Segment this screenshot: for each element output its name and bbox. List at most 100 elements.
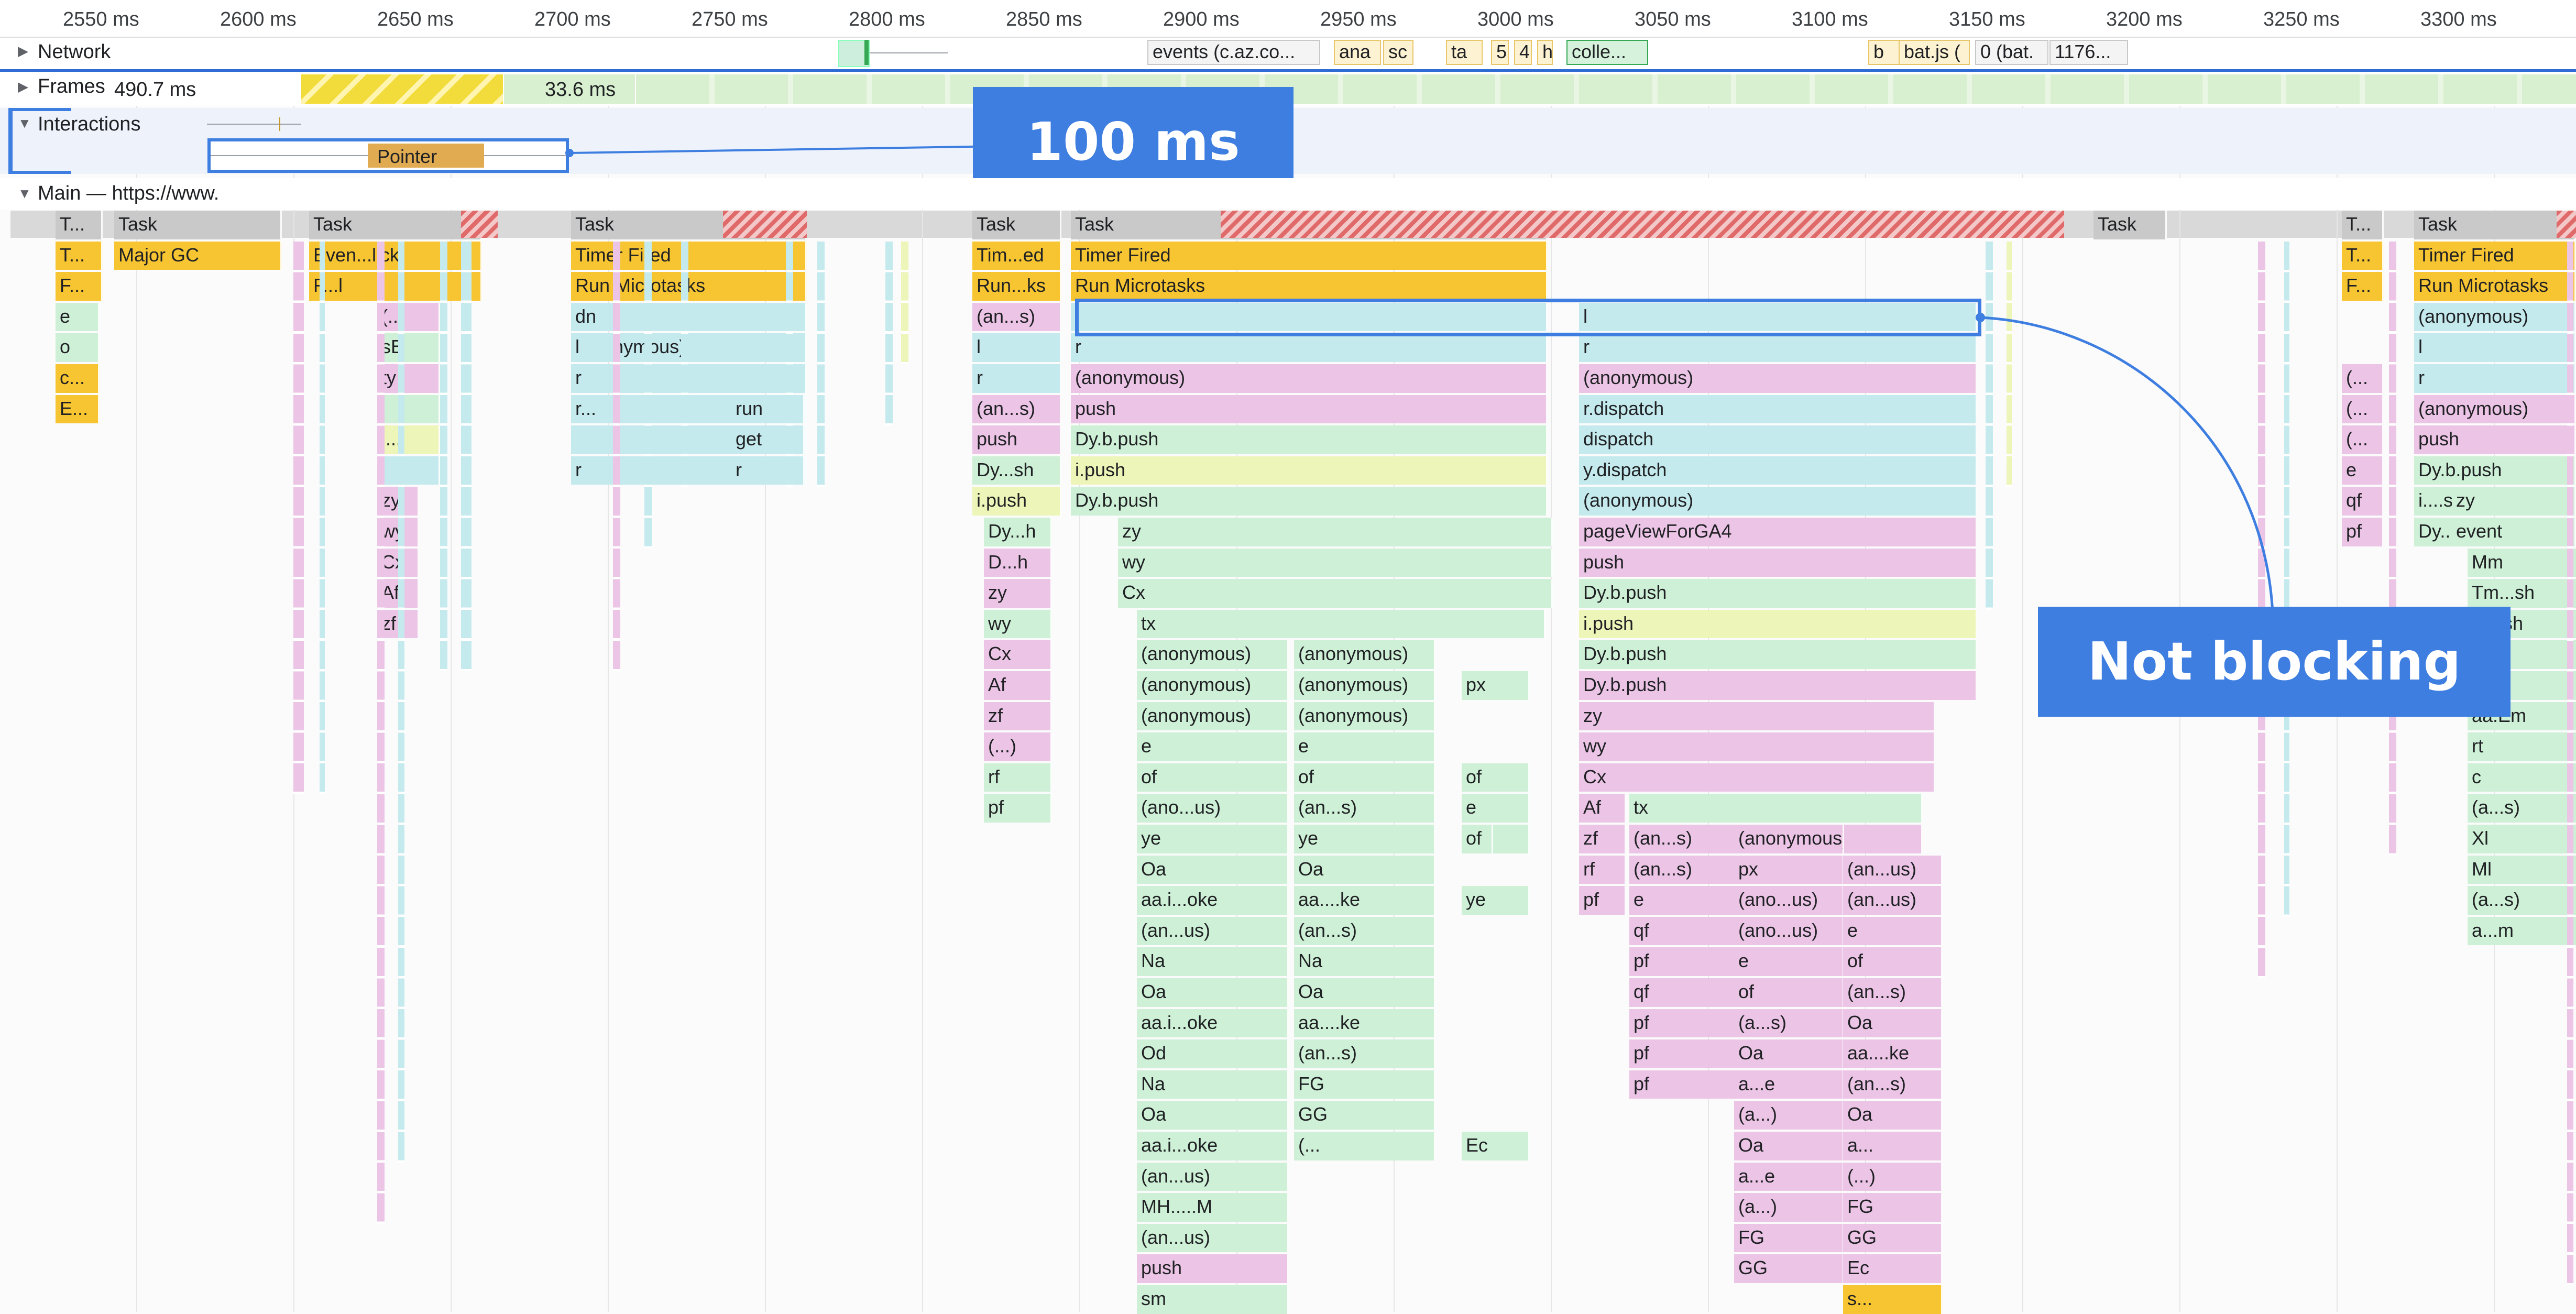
flame-call[interactable]: Major GC — [114, 241, 282, 270]
flame-call[interactable]: Tim...ed — [972, 241, 1061, 270]
network-request[interactable]: 4 — [1514, 40, 1532, 65]
flame-call[interactable]: Oa — [1294, 978, 1435, 1007]
flame-call[interactable]: Af — [984, 671, 1052, 700]
flame-call[interactable]: e — [2342, 456, 2384, 485]
flame-call[interactable]: Oa — [1843, 1101, 1943, 1130]
flame-call[interactable]: T... — [2342, 241, 2384, 270]
flame-call[interactable]: pageViewForGA4 — [1579, 518, 1977, 546]
flame-call[interactable]: Run...ks — [972, 272, 1061, 301]
flame-call[interactable]: r — [571, 364, 618, 393]
flame-call[interactable]: Timer Fired — [1071, 241, 1548, 270]
frame-dropped-segment[interactable] — [301, 74, 503, 104]
flame-call[interactable]: r — [571, 456, 618, 485]
flame-call[interactable]: e — [1137, 732, 1289, 761]
flame-call[interactable]: (an...s) — [1843, 1070, 1943, 1099]
flame-call[interactable]: (... — [2342, 395, 2384, 424]
flame-call[interactable]: wy — [1118, 548, 1553, 577]
flame-call[interactable]: zy — [2452, 487, 2576, 516]
flame-call[interactable]: D...h — [984, 548, 1052, 577]
flame-call[interactable]: sm — [1137, 1285, 1289, 1314]
network-request[interactable]: sc — [1383, 40, 1413, 65]
flame-call[interactable]: F... — [56, 272, 103, 301]
flame-call[interactable]: (anonymous) — [1137, 702, 1289, 731]
flame-call[interactable]: px — [1462, 671, 1530, 700]
task-block[interactable]: T... — [56, 211, 103, 239]
flame-call[interactable]: aa....ke — [1294, 1009, 1435, 1038]
flame-call[interactable]: r — [972, 364, 1061, 393]
flame-call[interactable]: Cx — [984, 640, 1052, 669]
flame-call[interactable]: Oa — [1734, 1039, 1844, 1068]
flame-call[interactable]: (...) — [1843, 1162, 1943, 1191]
flame-call[interactable]: qf — [2342, 487, 2384, 516]
flame-call[interactable]: Ml — [2468, 855, 2576, 884]
network-request[interactable]: 5 — [1491, 40, 1509, 65]
flame-call[interactable]: (... — [377, 302, 440, 332]
task-block[interactable]: Task — [309, 211, 482, 239]
flame-call[interactable] — [377, 395, 440, 424]
flame-call[interactable]: l — [2414, 333, 2576, 362]
flame-call[interactable]: Af — [1579, 794, 1626, 823]
flame-call[interactable]: Cx — [1579, 763, 1935, 792]
flame-call[interactable]: r — [1579, 333, 1977, 362]
flame-call[interactable]: c... — [56, 364, 100, 393]
flame-call[interactable]: (ano...us) — [1137, 794, 1289, 823]
flame-call[interactable]: Na — [1294, 947, 1435, 976]
flame-call[interactable]: Mm — [2468, 548, 2576, 577]
network-request[interactable]: 0 (bat. — [1975, 40, 2048, 65]
flame-call[interactable]: (a...s) — [1734, 1009, 1844, 1038]
flame-call[interactable]: zy — [984, 579, 1052, 608]
task-block[interactable]: Task — [2093, 211, 2167, 239]
flame-call[interactable]: (anonymous) — [2414, 302, 2576, 332]
flame-call[interactable]: (anonymous) — [1137, 640, 1289, 669]
flame-call[interactable]: FG — [1843, 1193, 1943, 1222]
flame-call[interactable]: zf — [984, 702, 1052, 731]
flame-call[interactable]: Xl — [2468, 825, 2576, 853]
flame-call[interactable]: (a...s) — [2468, 886, 2576, 915]
flame-call[interactable]: e — [1734, 947, 1844, 976]
flame-call[interactable]: e — [1843, 916, 1943, 946]
flame-call[interactable]: FG — [1294, 1070, 1435, 1099]
flame-call[interactable]: (anonymous) — [2414, 395, 2576, 424]
flame-call[interactable]: ye — [1462, 886, 1530, 915]
flame-call[interactable]: Dy.b.push — [1579, 671, 1977, 700]
network-request[interactable]: h — [1537, 40, 1553, 65]
flame-call[interactable]: s... — [1843, 1285, 1943, 1314]
flame-call[interactable]: Oa — [1137, 855, 1289, 884]
flame-call[interactable]: Dy.b.push — [1071, 487, 1548, 516]
task-block[interactable]: Task — [972, 211, 1061, 239]
flame-call[interactable]: Even...lick — [309, 241, 482, 270]
flame-call[interactable]: (anonymous) — [1294, 702, 1435, 731]
flame-call[interactable]: i.push — [1071, 456, 1548, 485]
flame-call[interactable]: (an...us) — [1137, 1162, 1289, 1191]
flame-call[interactable]: r.dispatch — [1579, 395, 1977, 424]
flame-call[interactable]: Ec — [1843, 1254, 1943, 1283]
flame-call[interactable]: (... — [2342, 425, 2384, 454]
flame-call[interactable]: Na — [1137, 1070, 1289, 1099]
flame-call[interactable]: y.dispatch — [1579, 456, 1977, 485]
flame-call[interactable]: (ano...us) — [1734, 916, 1844, 946]
flame-call[interactable]: of — [1137, 763, 1289, 792]
flame-call[interactable] — [377, 456, 440, 485]
flame-call[interactable]: a...e — [1734, 1070, 1844, 1099]
flame-call[interactable]: e — [56, 302, 100, 332]
flame-call[interactable]: push — [2414, 425, 2576, 454]
flame-call[interactable]: e — [1462, 794, 1530, 823]
pointer-interaction-bar[interactable]: Pointer — [368, 144, 484, 168]
flame-call[interactable]: a... — [1843, 1132, 1943, 1160]
flame-call[interactable]: Oa — [1137, 978, 1289, 1007]
flame-call[interactable]: zy — [1118, 518, 1553, 546]
flame-call[interactable]: Run Microtasks — [571, 272, 807, 301]
flame-call[interactable]: r — [731, 456, 805, 485]
flame-call[interactable]: Dy.b.push — [2414, 456, 2576, 485]
network-request[interactable]: 1176... — [2049, 40, 2128, 65]
flame-call[interactable]: (anonymous) — [1579, 487, 1977, 516]
flame-call[interactable]: push — [1579, 548, 1977, 577]
flame-call[interactable]: (a...) — [1734, 1101, 1844, 1130]
flame-call[interactable]: F...l — [309, 272, 482, 301]
main-track-header[interactable]: ▼ Main — https://www. — [0, 178, 2576, 210]
flame-call[interactable]: wy — [984, 609, 1052, 639]
flame-call[interactable]: sB — [377, 333, 440, 362]
flame-call[interactable]: Dy.b.push — [1579, 579, 1977, 608]
flame-call[interactable]: run — [731, 395, 805, 424]
flame-call[interactable]: (... — [1294, 1132, 1435, 1160]
